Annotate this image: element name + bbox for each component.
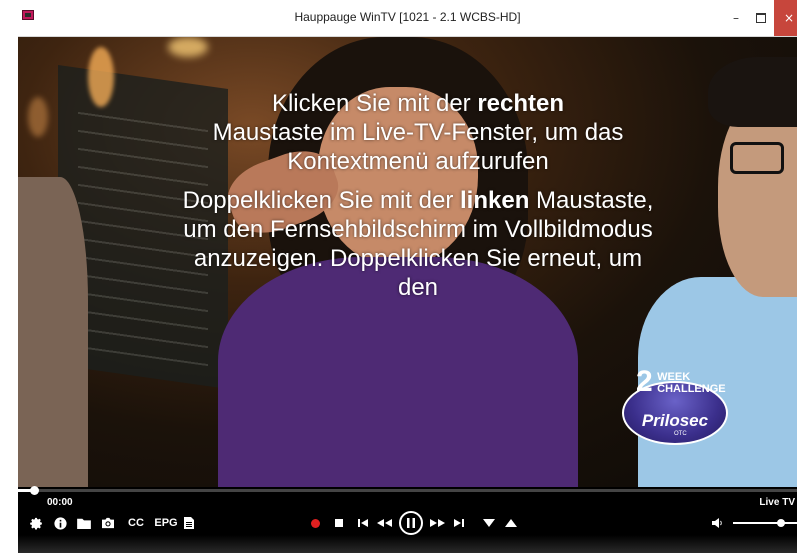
live-tv-video[interactable]: Klicken Sie mit der rechten Maustaste im…: [18, 37, 797, 487]
right-click-hint: Klicken Sie mit der rechten Maustaste im…: [212, 90, 624, 175]
time-display: 00:00: [47, 497, 73, 508]
help-overlay: Klicken Sie mit der rechten Maustaste im…: [178, 89, 658, 302]
man-glasses: [730, 142, 784, 174]
skip-forward-icon[interactable]: [452, 515, 466, 531]
pause-icon: [399, 511, 423, 535]
fast-forward-icon[interactable]: [428, 515, 448, 531]
camera-icon[interactable]: [100, 515, 116, 531]
live-tv-label: Live TV: [759, 497, 795, 508]
maximize-button[interactable]: [750, 0, 772, 36]
info-icon[interactable]: [52, 515, 68, 531]
background-light: [88, 47, 114, 107]
stop-icon[interactable]: [332, 515, 346, 531]
background-light: [28, 97, 48, 137]
ad-headline: 2 WEEK CHALLENGE: [636, 365, 726, 398]
background-light: [168, 37, 208, 57]
closed-captions-button[interactable]: CC: [125, 515, 147, 531]
man-hair: [708, 57, 797, 127]
wintv-window: Hauppauge WinTV [1021 - 2.1 WCBS-HD] – ×…: [18, 0, 797, 553]
skip-back-icon[interactable]: [356, 515, 370, 531]
volume-icon[interactable]: [710, 515, 724, 531]
double-click-hint: Doppelklicken Sie mit der linken Maustas…: [182, 187, 654, 301]
folder-icon[interactable]: [76, 515, 92, 531]
ad-brand: Prilosec: [641, 411, 709, 430]
document-icon[interactable]: [183, 515, 195, 531]
control-bar: 00:00 Live TV CC EPG: [18, 486, 797, 553]
record-icon[interactable]: [308, 515, 322, 531]
close-button[interactable]: ×: [774, 0, 797, 36]
bottom-edge: [18, 535, 797, 553]
person-left: [18, 177, 88, 487]
seek-bar[interactable]: [18, 486, 797, 495]
maximize-icon: [756, 13, 766, 23]
volume-handle[interactable]: [777, 519, 785, 527]
gear-icon[interactable]: [28, 515, 44, 531]
ad-suffix: OTC: [674, 431, 687, 437]
man-face: [718, 97, 797, 297]
volume-slider[interactable]: [733, 519, 797, 527]
minimize-button[interactable]: –: [727, 0, 745, 36]
pause-button[interactable]: [398, 511, 424, 535]
title-bar[interactable]: Hauppauge WinTV [1021 - 2.1 WCBS-HD] – ×: [18, 0, 797, 37]
epg-button[interactable]: EPG: [153, 515, 179, 531]
channel-up-icon[interactable]: [504, 515, 518, 531]
rewind-icon[interactable]: [374, 515, 394, 531]
channel-down-icon[interactable]: [482, 515, 496, 531]
window-title: Hauppauge WinTV [1021 - 2.1 WCBS-HD]: [294, 10, 521, 24]
seek-handle[interactable]: [29, 486, 39, 495]
ad-badge: 2 WEEK CHALLENGE Prilosec OTC: [622, 367, 732, 449]
